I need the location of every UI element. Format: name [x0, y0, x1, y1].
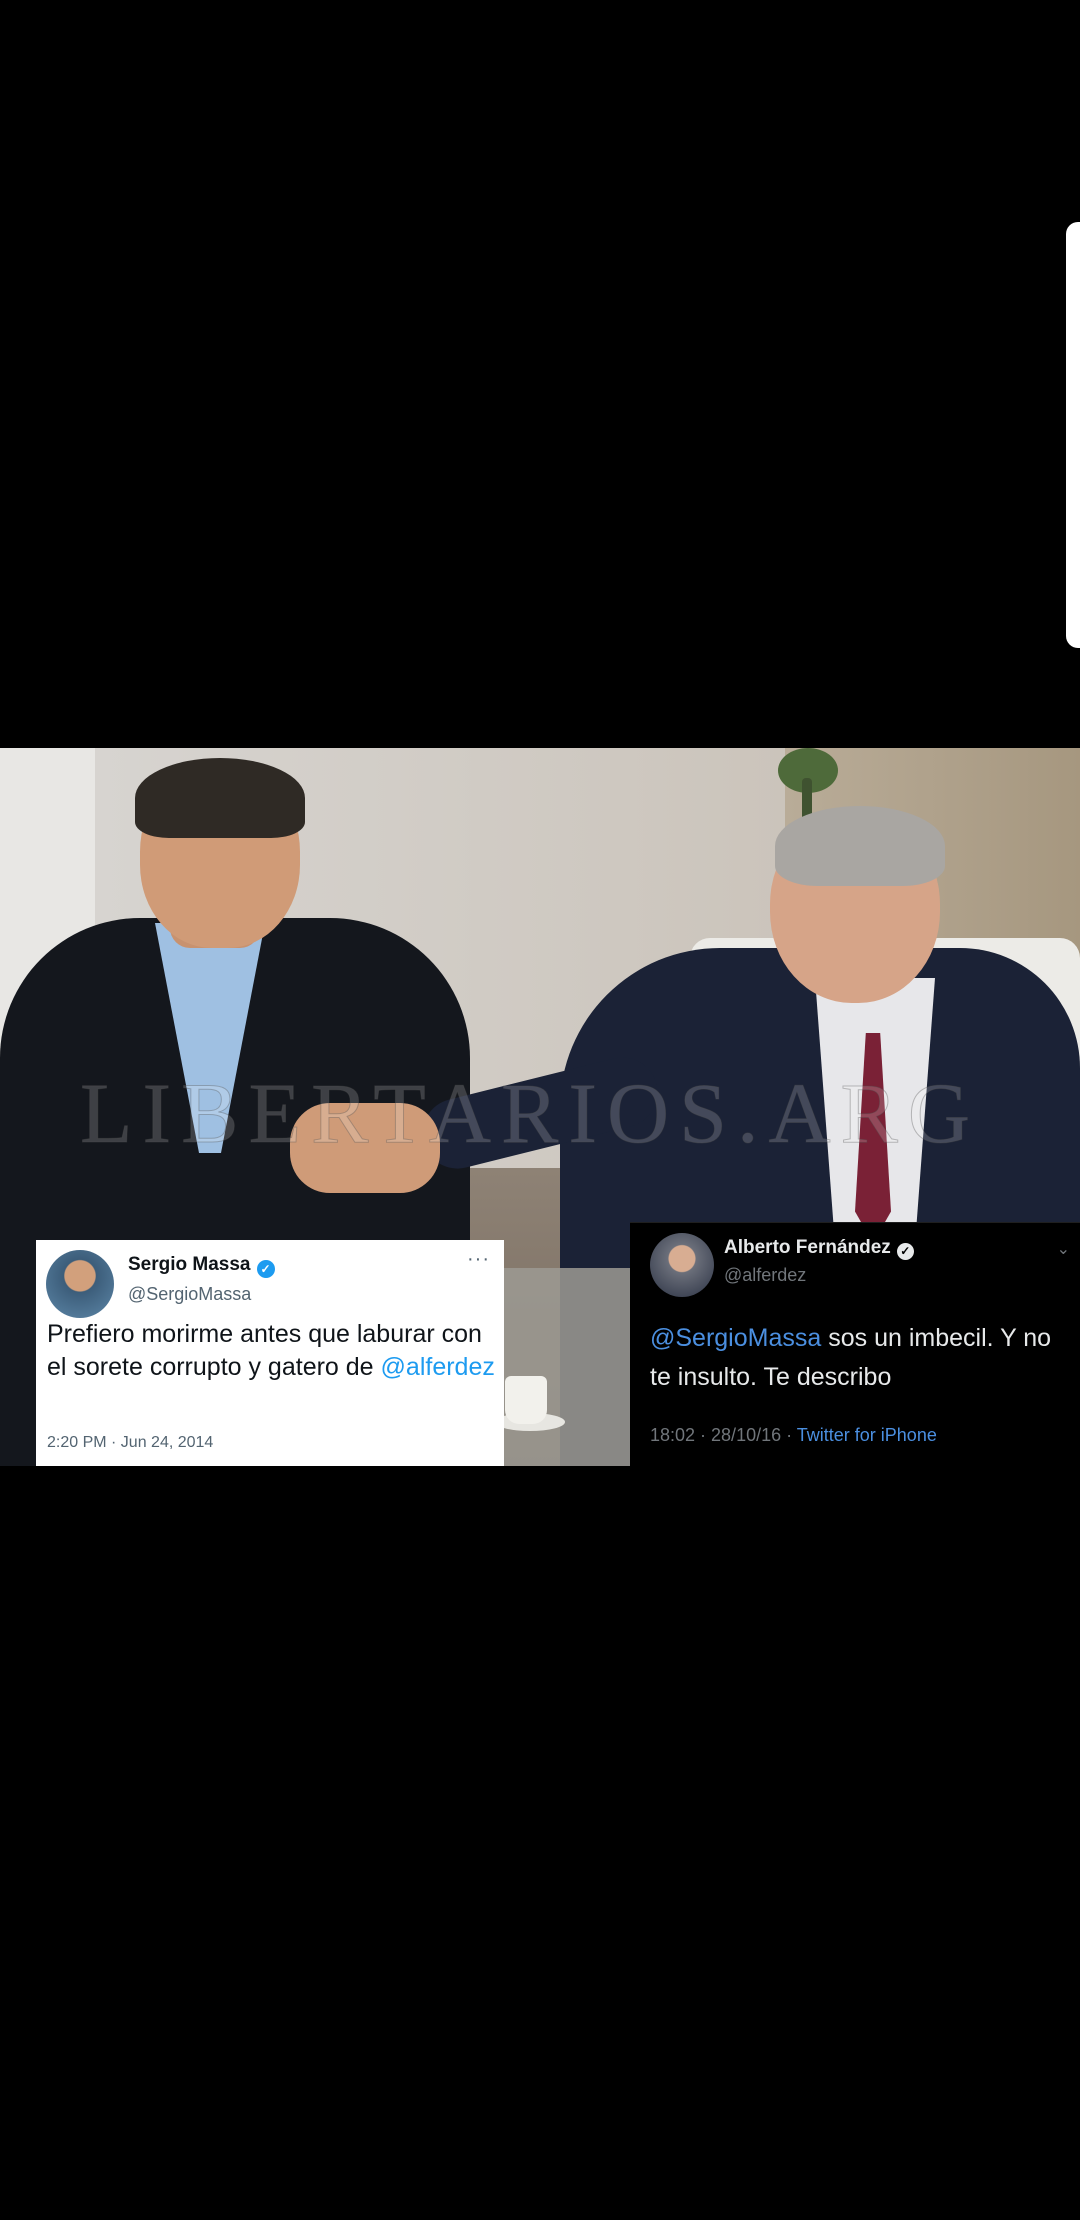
person-right-hair	[775, 806, 945, 886]
tweet-text: @SergioMassa sos un imbecil. Y no te ins…	[650, 1319, 1070, 1397]
avatar[interactable]	[650, 1233, 714, 1297]
author-name-text[interactable]: Sergio Massa	[128, 1254, 251, 1275]
tweet-card-alberto[interactable]: Alberto Fernández ✓ @alferdez ⌄ @SergioMa…	[630, 1222, 1080, 1467]
person-left-hair	[135, 758, 305, 838]
verified-badge-icon: ✓	[256, 1260, 275, 1278]
tweet-meta: 18:02 · 28/10/16 · Twitter for iPhone	[650, 1425, 937, 1446]
tweet-text: Prefiero morirme antes que laburar con e…	[47, 1318, 497, 1384]
more-options-icon[interactable]: ···	[467, 1248, 490, 1271]
tweet-timestamp[interactable]: 18:02 · 28/10/16 ·	[650, 1425, 797, 1445]
author-name-text[interactable]: Alberto Fernández	[724, 1237, 891, 1258]
mention-link[interactable]: @SergioMassa	[650, 1324, 821, 1352]
author-handle[interactable]: @SergioMassa	[128, 1284, 251, 1305]
author-name[interactable]: Sergio Massa ✓	[128, 1254, 275, 1278]
coffee-cup	[505, 1376, 547, 1424]
glass-table	[480, 1268, 640, 1466]
author-name[interactable]: Alberto Fernández ✓	[724, 1237, 914, 1260]
chevron-down-icon[interactable]: ⌄	[1057, 1239, 1070, 1259]
watermark: LIBERTARIOS.ARG	[79, 1065, 981, 1162]
tweet-timestamp[interactable]: 2:20 PM · Jun 24, 2014	[47, 1434, 213, 1452]
edge-panel-handle[interactable]	[1066, 222, 1080, 648]
tweet-source-link[interactable]: Twitter for iPhone	[797, 1425, 937, 1445]
author-handle[interactable]: @alferdez	[724, 1265, 806, 1286]
avatar[interactable]	[46, 1250, 114, 1318]
mention-link[interactable]: @alferdez	[381, 1353, 495, 1381]
verified-badge-icon: ✓	[896, 1243, 914, 1260]
tweet-card-sergio[interactable]: Sergio Massa ✓ @SergioMassa ··· Prefiero …	[36, 1240, 504, 1466]
